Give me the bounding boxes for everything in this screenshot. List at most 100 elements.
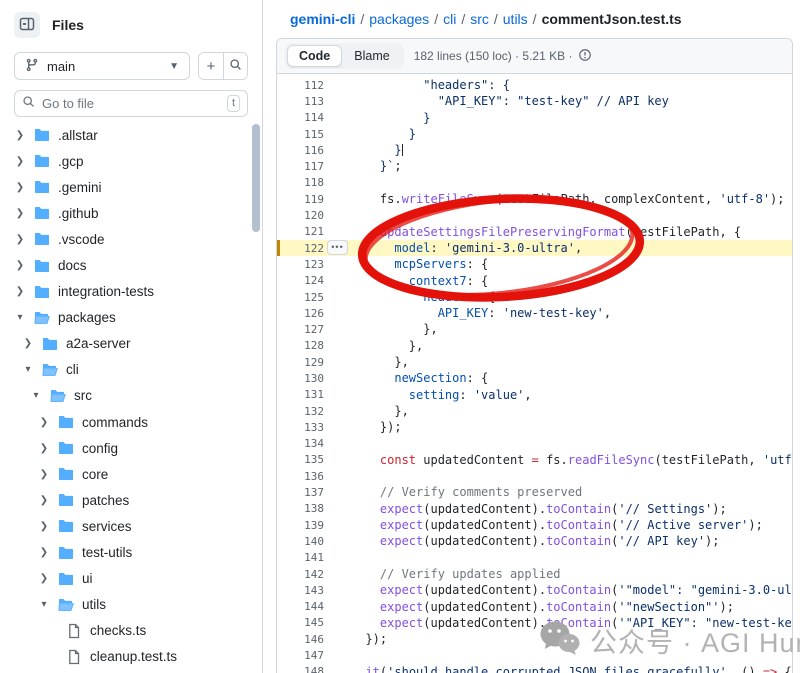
code-line: 148 it('should handle corrupted JSON fil…: [277, 664, 792, 673]
line-number[interactable]: 118: [277, 176, 324, 189]
go-to-file-box: t: [14, 90, 248, 117]
line-number[interactable]: 140: [277, 535, 324, 548]
tree-item-label: core: [82, 467, 108, 482]
tree-item-docs[interactable]: ❯docs: [0, 252, 252, 278]
code-line: 116 }: [277, 142, 792, 158]
tree-item-services[interactable]: ❯services: [0, 513, 252, 539]
code-line: 135 const updatedContent = fs.readFileSy…: [277, 452, 792, 468]
line-number[interactable]: 129: [277, 356, 324, 369]
tree-item-a2a-server[interactable]: ❯a2a-server: [0, 331, 252, 357]
sidebar-scrollbar[interactable]: [252, 124, 260, 232]
new-file-button[interactable]: +: [199, 53, 223, 79]
line-number[interactable]: 148: [277, 665, 324, 673]
line-number[interactable]: 147: [277, 649, 324, 662]
line-number[interactable]: 115: [277, 128, 324, 141]
line-number[interactable]: 123: [277, 258, 324, 271]
line-number[interactable]: 145: [277, 616, 324, 629]
line-options-kebab-button[interactable]: •••: [327, 240, 348, 255]
line-number[interactable]: 141: [277, 551, 324, 564]
code-line: 122••• model: 'gemini-3.0-ultra',: [277, 240, 792, 256]
line-number[interactable]: 139: [277, 519, 324, 532]
line-number[interactable]: 144: [277, 600, 324, 613]
line-number[interactable]: 112: [277, 79, 324, 92]
text-cursor: [402, 144, 404, 156]
folder-icon: [50, 518, 82, 534]
line-number[interactable]: 125: [277, 291, 324, 304]
line-number[interactable]: 137: [277, 486, 324, 499]
breadcrumb-separator: /: [429, 11, 443, 27]
code-line: 133 });: [277, 419, 792, 435]
breadcrumb-link-utils[interactable]: utils: [503, 11, 528, 27]
line-number[interactable]: 136: [277, 470, 324, 483]
line-number[interactable]: 142: [277, 568, 324, 581]
line-number[interactable]: 138: [277, 502, 324, 515]
breadcrumb-link-cli[interactable]: cli: [443, 11, 456, 27]
line-number[interactable]: 143: [277, 584, 324, 597]
tab-blame[interactable]: Blame: [342, 45, 401, 67]
tree-item-.allstar[interactable]: ❯.allstar: [0, 122, 252, 148]
tree-item-patches[interactable]: ❯patches: [0, 487, 252, 513]
line-number[interactable]: 120: [277, 209, 324, 222]
tree-item-checks.ts[interactable]: checks.ts: [0, 618, 252, 644]
code-line: 118: [277, 175, 792, 191]
code-line: 119 fs.writeFileSync(testFilePath, compl…: [277, 191, 792, 207]
tree-item-.vscode[interactable]: ❯.vscode: [0, 226, 252, 252]
line-number[interactable]: 132: [277, 405, 324, 418]
code-line: 142 // Verify updates applied: [277, 566, 792, 582]
tree-item-core[interactable]: ❯core: [0, 461, 252, 487]
line-number[interactable]: 122: [277, 242, 324, 255]
code-line: 130 newSection: {: [277, 370, 792, 386]
tree-item-ui[interactable]: ❯ui: [0, 566, 252, 592]
file-info-icon[interactable]: [578, 48, 592, 65]
folder-icon: [50, 571, 82, 587]
breadcrumb-repo-link[interactable]: gemini-cli: [290, 11, 355, 27]
line-number[interactable]: 124: [277, 274, 324, 287]
line-number[interactable]: 128: [277, 339, 324, 352]
line-number[interactable]: 119: [277, 193, 324, 206]
sidebar-collapse-button[interactable]: [14, 12, 40, 38]
tree-item-.gemini[interactable]: ❯.gemini: [0, 174, 252, 200]
code-line: 131 setting: 'value',: [277, 387, 792, 403]
breadcrumb-link-packages[interactable]: packages: [369, 11, 429, 27]
line-number[interactable]: 117: [277, 160, 324, 173]
code-text: }: [324, 126, 416, 142]
tree-item-label: .allstar: [58, 128, 98, 143]
line-number[interactable]: 146: [277, 633, 324, 646]
tree-item-test-utils[interactable]: ❯test-utils: [0, 540, 252, 566]
tab-code[interactable]: Code: [287, 45, 342, 67]
tree-item-utils[interactable]: ▾utils: [0, 592, 252, 618]
line-number[interactable]: 134: [277, 437, 324, 450]
line-number[interactable]: 130: [277, 372, 324, 385]
chevron-down-icon: ▾: [22, 364, 34, 375]
line-number[interactable]: 131: [277, 388, 324, 401]
chevron-right-icon: ❯: [14, 182, 26, 193]
line-number[interactable]: 126: [277, 307, 324, 320]
line-number[interactable]: 113: [277, 95, 324, 108]
chevron-right-icon: ❯: [22, 338, 34, 349]
tree-item-integration-tests[interactable]: ❯integration-tests: [0, 279, 252, 305]
go-to-file-input[interactable]: [42, 96, 220, 111]
breadcrumb-link-src[interactable]: src: [470, 11, 489, 27]
line-number[interactable]: 127: [277, 323, 324, 336]
tree-item-cleanup.test.ts[interactable]: cleanup.test.ts: [0, 644, 252, 670]
tree-item-src[interactable]: ▾src: [0, 383, 252, 409]
line-number[interactable]: 114: [277, 111, 324, 124]
tree-item-cli[interactable]: ▾cli: [0, 357, 252, 383]
tree-item-.gcp[interactable]: ❯.gcp: [0, 148, 252, 174]
tree-item-packages[interactable]: ▾packages: [0, 305, 252, 331]
tree-item-commands[interactable]: ❯commands: [0, 409, 252, 435]
branch-name: main: [47, 59, 75, 74]
branch-selector[interactable]: main ▼: [14, 52, 190, 80]
line-number[interactable]: 133: [277, 421, 324, 434]
folder-icon: [26, 258, 58, 274]
tree-item-config[interactable]: ❯config: [0, 435, 252, 461]
chevron-right-icon: ❯: [14, 156, 26, 167]
line-number[interactable]: 116: [277, 144, 324, 157]
chevron-right-icon: ❯: [38, 573, 50, 584]
branch-icon: [25, 58, 39, 75]
tree-item-label: integration-tests: [58, 284, 154, 299]
search-tree-button[interactable]: [223, 53, 247, 79]
line-number[interactable]: 135: [277, 453, 324, 466]
line-number[interactable]: 121: [277, 225, 324, 238]
tree-item-.github[interactable]: ❯.github: [0, 200, 252, 226]
